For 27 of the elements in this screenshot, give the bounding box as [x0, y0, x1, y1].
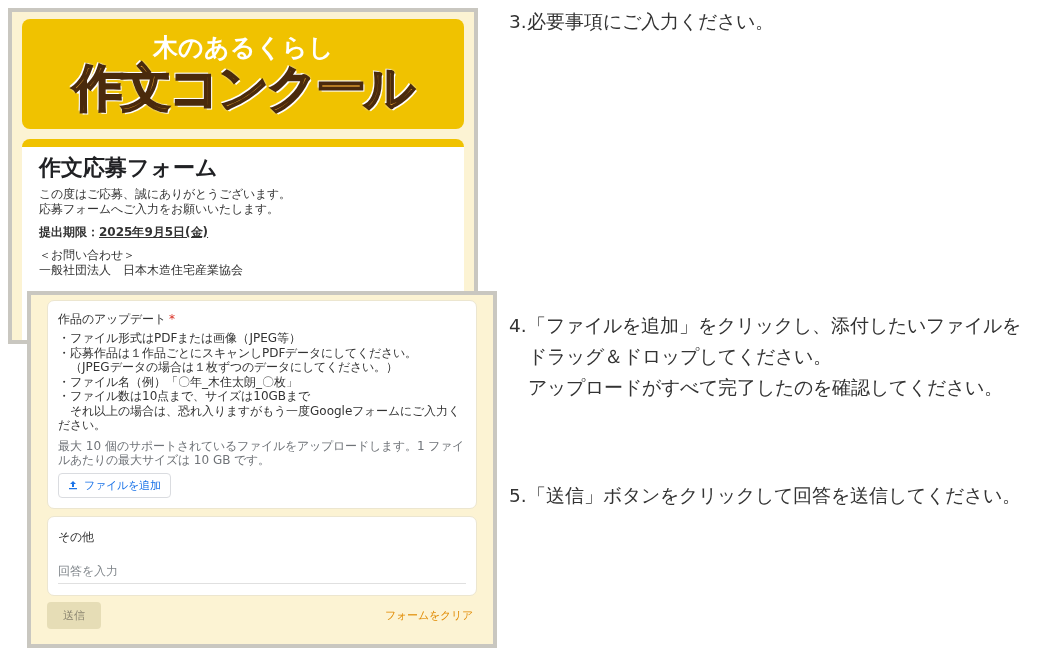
- description-line: ・ファイル形式はPDFまたは画像（JPEG等）: [58, 331, 303, 346]
- question-title: その他: [58, 528, 95, 546]
- clear-form-link[interactable]: フォームをクリア: [385, 607, 473, 623]
- description-line: ・ファイル数は10点まで、サイズは10GBまで: [58, 389, 312, 404]
- question-title: 作品のアップデート: [58, 312, 166, 326]
- contest-logo: 作文コンクール: [73, 61, 413, 114]
- description-line: ・ファイル名（例）「〇年_木住太朗_〇枚」: [58, 374, 299, 389]
- intro-text: 応募フォームへご入力をお願いいたします。: [39, 202, 280, 217]
- deadline-date: 2025年9月5日(金): [99, 225, 209, 239]
- instruction-text: 3.必要事項にご入力ください。: [509, 10, 775, 34]
- upload-hint: 最大 10 個のサポートされているファイルをアップロードします。1 ファイルあたりの最大サイズは 10 GB です。: [58, 438, 466, 467]
- upload-icon: [68, 480, 78, 490]
- instruction-text: アップロードがすべて完了したのを確認してください。: [527, 376, 1004, 400]
- instruction-text: ドラッグ＆ドロップしてください。: [527, 345, 833, 369]
- contact-text: 一般社団法人 日本木造住宅産業協会: [39, 263, 244, 278]
- required-mark: *: [169, 312, 175, 326]
- deadline-label: 提出期限：: [39, 225, 99, 239]
- banner-subtitle: 木のあるくらし: [152, 34, 334, 62]
- form-title: 作文応募フォーム: [39, 155, 219, 181]
- add-file-button[interactable]: ファイルを追加: [58, 472, 171, 498]
- instruction-text: 4.「ファイルを追加」をクリックし、添付したいファイルを: [509, 314, 1022, 338]
- description-line: ・応募作品は１作品ごとにスキャンしPDFデータにしてください。: [58, 345, 419, 360]
- description-line: それ以上の場合は、恐れ入りますがもう一度Googleフォームにご入力ください。: [58, 403, 462, 433]
- description-line: （JPEGデータの場合は１枚ずつのデータにしてください。）: [69, 360, 399, 375]
- contact-text: ＜お問い合わせ＞: [39, 248, 136, 263]
- intro-text: この度はご応募、誠にありがとうございます。: [39, 187, 292, 202]
- instruction-text: 5.「送信」ボタンをクリックして回答を送信してください。: [509, 484, 1022, 508]
